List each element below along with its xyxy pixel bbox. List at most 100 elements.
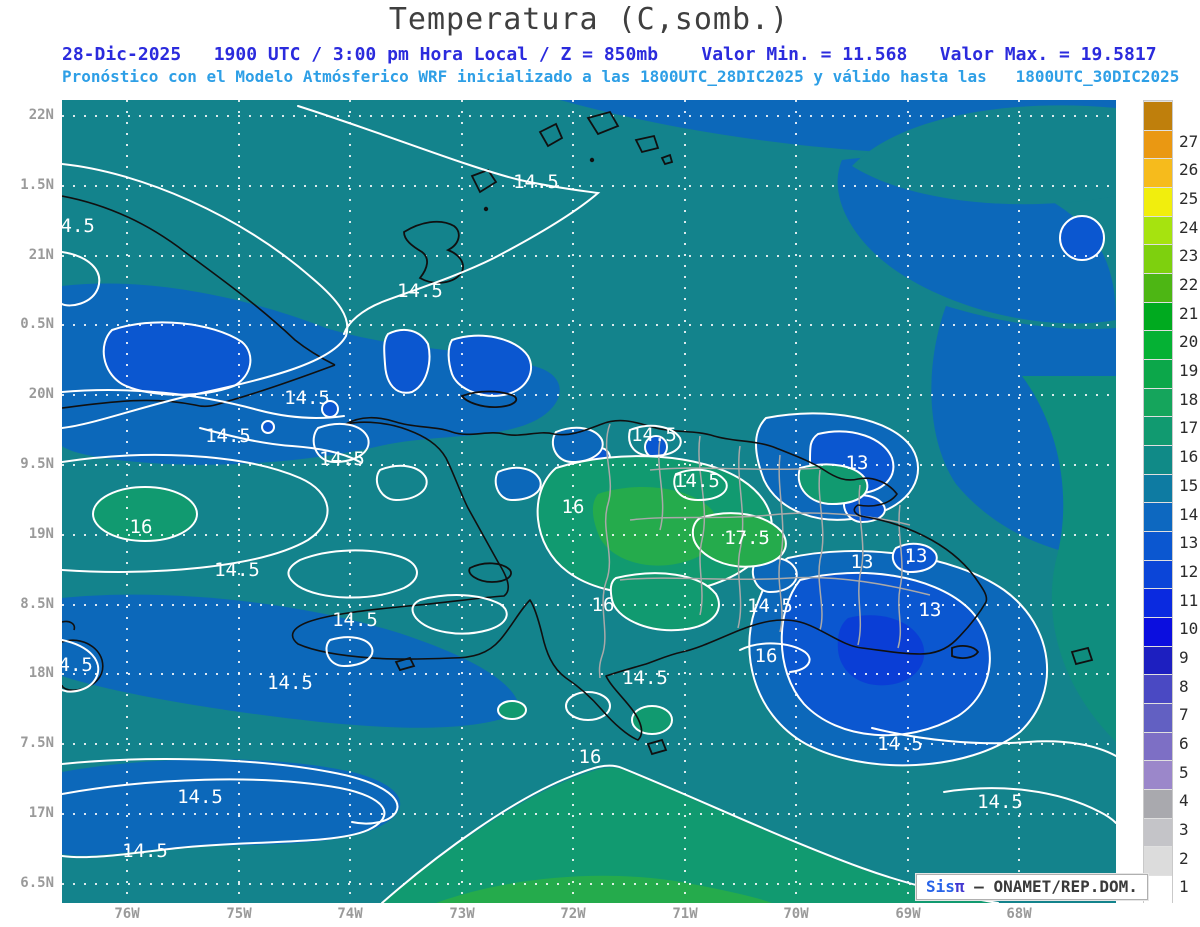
colorbar-segment [1144, 731, 1172, 761]
small-cay [589, 157, 595, 163]
colorbar-tick-label: 17 [1179, 418, 1199, 438]
colorbar-tick-label: 20 [1179, 332, 1199, 352]
colorbar-segment [1144, 531, 1172, 560]
colorbar-segment [1144, 875, 1172, 904]
lat-tick-label: 17N [28, 805, 54, 821]
lat-tick-label: 9.5N [20, 456, 54, 472]
colorbar-segment [1144, 416, 1172, 446]
lat-tick-label: 1.5N [20, 177, 54, 193]
contour-label: 14.5 [122, 840, 168, 862]
colorbar-tick-label: 9 [1179, 647, 1189, 667]
lat-tick-label: 19N [28, 526, 54, 542]
colorbar-tick-label: 24 [1179, 217, 1199, 237]
contour-label: 14.5 [332, 609, 378, 631]
branding-sis: Sis [926, 877, 955, 896]
contour-label: 14.5 [177, 786, 223, 808]
contour-label: 14.5 [631, 424, 677, 446]
lon-tick-label: 70W [783, 906, 809, 922]
header-model-info: Pronóstico con el Modelo Atmósferico WRF… [62, 67, 1180, 86]
lon-tick-label: 71W [672, 906, 698, 922]
colorbar-tick-label: 8 [1179, 676, 1189, 696]
lon-tick-label: 73W [449, 906, 475, 922]
colorbar-labels: 1 2 3 4 5 6 7 8 9 10 11 12 13 14 15 16 17 18 19 20 21 22 23 24 2… [1179, 100, 1200, 903]
lon-tick-label: 69W [895, 906, 921, 922]
contour-label: 14.5 [397, 280, 443, 302]
header-validtime-minmax: 28-Dic-2025 1900 UTC / 3:00 pm Hora Loca… [62, 44, 1157, 65]
lat-tick-label: 6.5N [20, 875, 54, 891]
colorbar-segment [1144, 187, 1172, 216]
colorbar-tick-label: 1 [1179, 877, 1189, 897]
weather-map-page: Temperatura (C,somb.) 28-Dic-2025 1900 U… [0, 0, 1200, 927]
colorbar-tick-label: 26 [1179, 160, 1199, 180]
colorbar-segment [1144, 846, 1172, 876]
colorbar-tick-label: 19 [1179, 361, 1199, 381]
colorbar-segment [1144, 789, 1172, 818]
contour-label: 14.5 [513, 171, 559, 193]
colorbar-segment [1144, 129, 1172, 159]
branding-badge: Sisπ – ONAMET/REP.DOM. [915, 873, 1149, 901]
colorbar-segment [1144, 158, 1172, 188]
lat-tick-label: 20N [28, 386, 54, 402]
colorbar-segment [1144, 760, 1172, 790]
colorbar-tick-label: 5 [1179, 762, 1189, 782]
temperature-map: 14.5 14.5 14.5 14.5 14.5 14.5 14.5 14.5 13 16 17.5… [62, 100, 1116, 903]
longitude-axis: 76W 75W 74W 73W 72W 71W 70W 69W 68W [0, 903, 1200, 927]
lat-tick-label: 18N [28, 665, 54, 681]
colorbar-tick-label: 18 [1179, 389, 1199, 409]
contour-label: 13 [851, 551, 874, 573]
contour-label: 14.5 [62, 215, 95, 237]
colorbar-tick-label: 15 [1179, 475, 1199, 495]
contour-label: 17.5 [724, 527, 770, 549]
contour-label: 14.5 [877, 733, 923, 755]
contour-label: 14.5 [62, 654, 93, 676]
colorbar-segment [1144, 645, 1172, 675]
contour-label: 13 [919, 599, 942, 621]
lat-tick-label: 22N [28, 107, 54, 123]
lon-tick-label: 74W [337, 906, 363, 922]
contour-label: 13 [846, 452, 869, 474]
colorbar-tick-label: 22 [1179, 275, 1199, 295]
branding-text: – ONAMET/REP.DOM. [964, 877, 1138, 896]
colorbar [1143, 100, 1173, 904]
contour-label: 16 [579, 746, 602, 768]
colorbar-tick-label: 14 [1179, 504, 1199, 524]
lat-tick-label: 21N [28, 247, 54, 263]
colorbar-tick-label: 10 [1179, 619, 1199, 639]
colorbar-segment [1144, 330, 1172, 360]
page-title: Temperatura (C,somb.) [388, 2, 790, 37]
colorbar-tick-label: 12 [1179, 561, 1199, 581]
contour-label: 16 [130, 516, 153, 538]
colorbar-tick-label: 11 [1179, 590, 1199, 610]
lat-tick-label: 0.5N [20, 316, 54, 332]
colorbar-segment [1144, 473, 1172, 503]
lon-tick-label: 72W [560, 906, 586, 922]
contour-label: 16 [592, 594, 615, 616]
colorbar-tick-label: 23 [1179, 246, 1199, 266]
contour-label: 13 [905, 545, 928, 567]
latitude-axis: 22N 1.5N 21N 0.5N 20N 9.5N 19N 8.5N 18N 7.5N 17N 6.… [0, 100, 58, 903]
colorbar-tick-label: 4 [1179, 791, 1189, 811]
colorbar-tick-label: 2 [1179, 848, 1189, 868]
colorbar-tick-label: 21 [1179, 303, 1199, 323]
colorbar-tick-label: 6 [1179, 733, 1189, 753]
colorbar-tick-label: 27 [1179, 131, 1199, 151]
contour-label: 14.5 [284, 387, 330, 409]
contour-label: 14.5 [214, 559, 260, 581]
colorbar-segment [1144, 273, 1172, 302]
colorbar-segment [1144, 301, 1172, 331]
colorbar-segment [1144, 101, 1172, 130]
lon-tick-label: 75W [226, 906, 252, 922]
contour-label: 16 [562, 496, 585, 518]
lon-tick-label: 68W [1006, 906, 1032, 922]
colorbar-segment [1144, 359, 1172, 388]
colorbar-segment [1144, 817, 1172, 847]
colorbar-segment [1144, 215, 1172, 245]
contour-label: 14.5 [747, 595, 793, 617]
colorbar-segment [1144, 617, 1172, 646]
lon-tick-label: 76W [114, 906, 140, 922]
contour-label: 14.5 [674, 470, 720, 492]
colorbar-segment [1144, 588, 1172, 618]
colorbar-tick-label: 7 [1179, 705, 1189, 725]
lat-tick-label: 8.5N [20, 596, 54, 612]
contour-label: 16 [755, 645, 778, 667]
